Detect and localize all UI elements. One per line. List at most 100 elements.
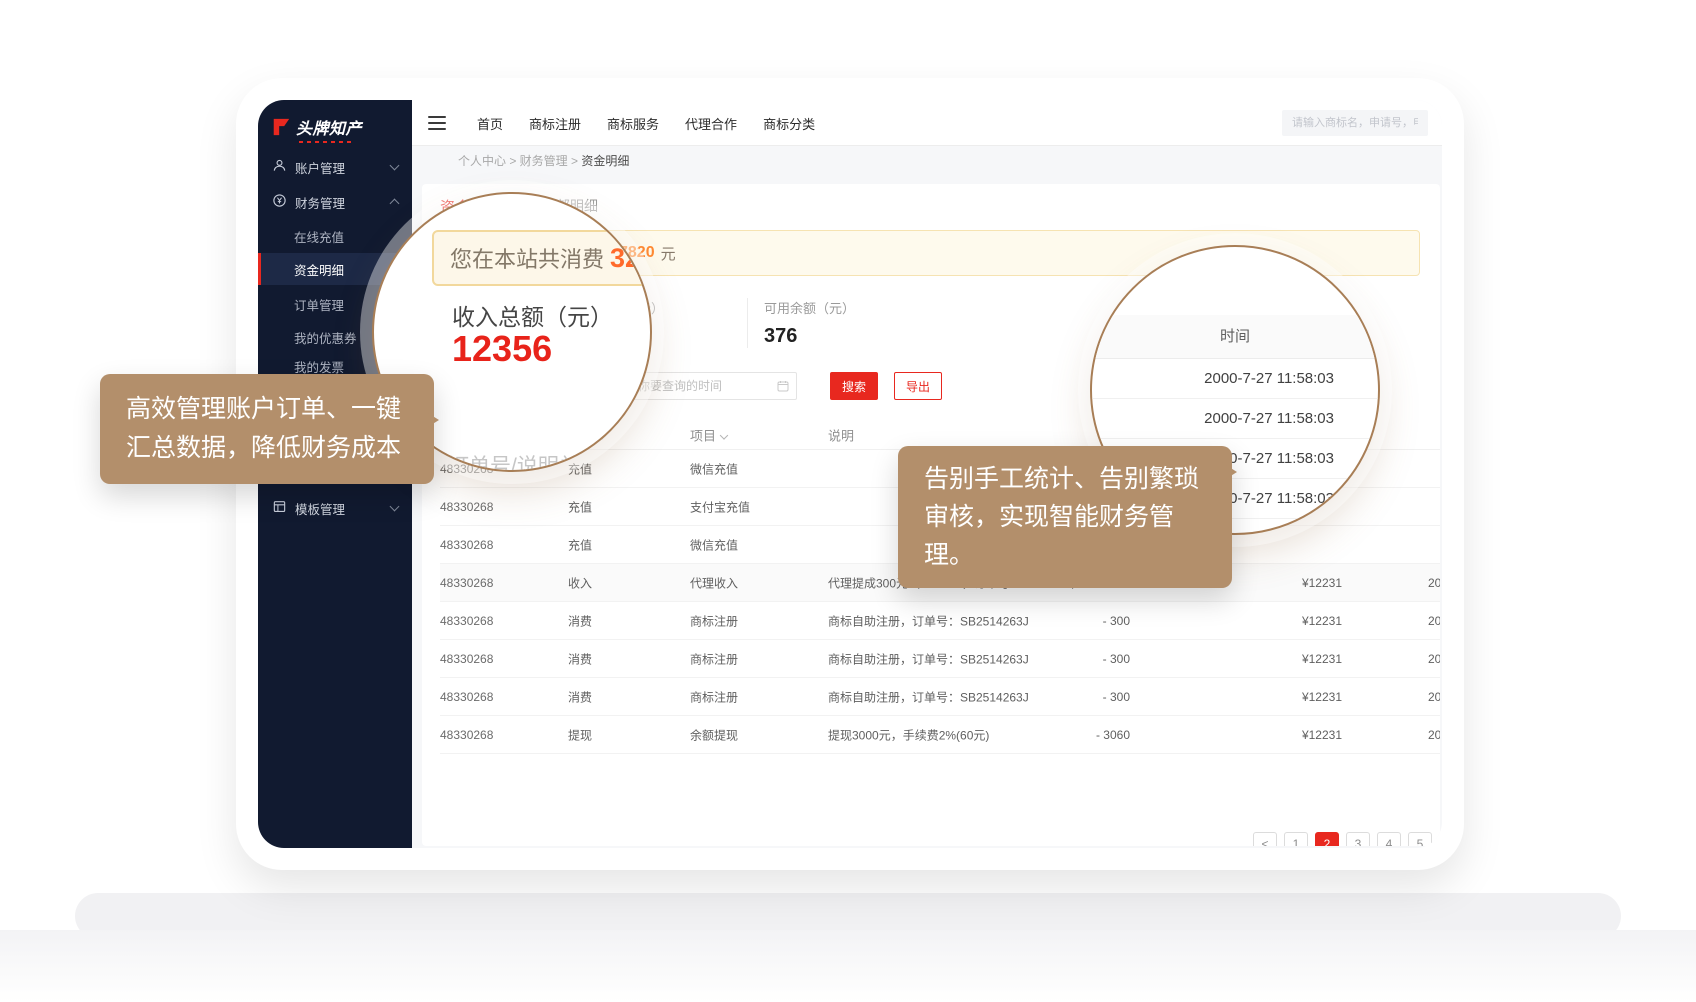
- search-input[interactable]: [1282, 110, 1428, 136]
- header-project[interactable]: 项目: [690, 425, 820, 444]
- brand-logo: 头牌知产: [271, 115, 362, 139]
- stat-balance: 可用余额（元） 376: [747, 298, 947, 348]
- magnified-banner: 您在本站共消费 32124 元: [432, 230, 652, 286]
- page-button-4[interactable]: 4: [1377, 832, 1401, 846]
- sidebar-item-label: 资金明细: [294, 260, 344, 279]
- table-row: 48330268消费商标注册商标自助注册，订单号：SB2514263J- 300…: [440, 640, 1440, 678]
- laptop-base-shadow: [0, 930, 1696, 1002]
- callout-right: 告别手工统计、告别繁琐审核，实现智能财务管理。: [898, 446, 1232, 588]
- banner-suffix: 元: [661, 243, 676, 264]
- amount-cell: - 300: [1040, 614, 1130, 628]
- search-button[interactable]: 搜索: [830, 372, 878, 400]
- chevron-up-icon: [390, 199, 400, 209]
- callout-left: 高效管理账户订单、一键汇总数据，降低财务成本: [100, 374, 434, 484]
- brand-tagline: [299, 141, 355, 143]
- user-icon: [272, 158, 287, 176]
- table-row: 48330268消费商标注册商标自助注册，订单号：SB2514263J- 300…: [440, 602, 1440, 640]
- project-cell: 支付宝充值: [690, 498, 820, 515]
- balance-cell: ¥12231: [1250, 614, 1342, 628]
- magnified-time-header: 时间: [1092, 315, 1378, 359]
- template-icon: [272, 499, 287, 517]
- project-cell: 微信充值: [690, 460, 820, 477]
- amount-cell: - 300: [1040, 652, 1130, 666]
- project-cell: 商标注册: [690, 650, 820, 667]
- type-cell: 充值: [568, 536, 658, 553]
- nav-item-home[interactable]: 首页: [477, 114, 503, 133]
- sidebar-item-label: 账户管理: [295, 158, 345, 177]
- balance-cell: ¥12231: [1250, 728, 1342, 742]
- calendar-icon: [777, 380, 789, 392]
- table-row: 48330268提现余额提现提现3000元，手续费2%(60元)- 3060¥1…: [440, 716, 1440, 754]
- sidebar-item-label: 财务管理: [295, 193, 345, 212]
- magnified-income-value: 12356: [452, 328, 552, 370]
- balance-cell: ¥12231: [1250, 690, 1342, 704]
- type-cell: 消费: [568, 650, 658, 667]
- order-no-cell: 48330268: [440, 652, 550, 666]
- sidebar-item-label: 在线充值: [294, 227, 344, 246]
- sidebar-item-label: 我的发票: [294, 357, 344, 376]
- breadcrumb: 个人中心 > 财务管理 > 资金明细: [412, 146, 1442, 176]
- order-no-cell: 48330268: [440, 614, 550, 628]
- sidebar-item-label: 订单管理: [294, 295, 344, 314]
- balance-cell: ¥12231: [1250, 576, 1342, 590]
- page-button-2[interactable]: 2: [1315, 832, 1339, 846]
- brand-icon: [271, 117, 291, 137]
- amount-cell: - 3060: [1040, 728, 1130, 742]
- project-cell: 商标注册: [690, 688, 820, 705]
- page-button-1[interactable]: 1: [1284, 832, 1308, 846]
- chevron-down-icon: [390, 161, 400, 171]
- time-cell: 2000-7-27 11:58:03: [1428, 652, 1440, 666]
- sidebar-item-label: 我的优惠券: [294, 328, 357, 347]
- type-cell: 充值: [568, 498, 658, 515]
- magnified-time-row: 2000-7-27 11:58:03: [1092, 359, 1378, 399]
- magnified-income-label: 收入总额（元）: [452, 298, 613, 332]
- time-cell: 2000-7-27 11:58:03: [1428, 728, 1440, 742]
- amount-cell: - 300: [1040, 690, 1130, 704]
- breadcrumb-current: 资金明细: [581, 154, 629, 168]
- sidebar-item-finance-management[interactable]: 财务管理: [258, 186, 412, 218]
- stat-balance-label: 可用余额（元）: [764, 298, 947, 317]
- top-navbar: 首页 商标注册 商标服务 代理合作 商标分类: [412, 100, 1442, 146]
- nav-item-agent-cooperation[interactable]: 代理合作: [685, 114, 737, 133]
- hamburger-menu-icon[interactable]: [428, 116, 446, 130]
- project-cell: 商标注册: [690, 612, 820, 629]
- export-button[interactable]: 导出: [894, 372, 942, 400]
- order-no-cell: 48330268: [440, 576, 550, 590]
- magnified-banner-amount: 32124: [610, 243, 652, 274]
- nav-item-trademark-category[interactable]: 商标分类: [763, 114, 815, 133]
- project-cell: 余额提现: [690, 726, 820, 743]
- time-cell: 2000-7-27 11:58:03: [1428, 614, 1440, 628]
- nav-item-trademark-service[interactable]: 商标服务: [607, 114, 659, 133]
- page-button-3[interactable]: 3: [1346, 832, 1370, 846]
- prev-page-button[interactable]: <: [1253, 832, 1277, 846]
- sort-caret-icon: [720, 431, 728, 439]
- page-button-5[interactable]: 5: [1408, 832, 1432, 846]
- type-cell: 提现: [568, 726, 658, 743]
- stat-balance-value: 376: [764, 325, 947, 348]
- sidebar-item-label: 模板管理: [295, 499, 345, 518]
- pagination: < 12345: [1253, 832, 1432, 846]
- magnified-banner-prefix: 您在本站共消费: [450, 242, 604, 274]
- balance-cell: ¥12231: [1250, 652, 1342, 666]
- sidebar-item-account-management[interactable]: 账户管理: [258, 151, 412, 183]
- order-no-cell: 48330268: [440, 690, 550, 704]
- table-row: 48330268消费商标注册商标自助注册，订单号：SB2514263J- 300…: [440, 678, 1440, 716]
- order-no-cell: 48330268: [440, 500, 550, 514]
- magnified-keyword-placeholder: 订单号/说明关键字: [448, 450, 622, 472]
- sidebar-item-online-recharge[interactable]: 在线充值: [258, 220, 412, 252]
- type-cell: 消费: [568, 688, 658, 705]
- time-cell: 2000-7-27 11:58:03: [1428, 576, 1440, 590]
- topnav-menu: 首页 商标注册 商标服务 代理合作 商标分类: [477, 100, 815, 146]
- magnified-time-row: 2000-7-27 11:58:03: [1092, 399, 1378, 439]
- chevron-down-icon: [390, 502, 400, 512]
- type-cell: 消费: [568, 612, 658, 629]
- brand-name: 头牌知产: [296, 115, 362, 139]
- nav-item-trademark-register[interactable]: 商标注册: [529, 114, 581, 133]
- type-cell: 收入: [568, 574, 658, 591]
- finance-icon: [272, 193, 287, 211]
- order-no-cell: 48330268: [440, 728, 550, 742]
- order-no-cell: 48330268: [440, 538, 550, 552]
- breadcrumb-path: 个人中心 > 财务管理 >: [458, 154, 581, 168]
- sidebar-item-template-management[interactable]: 模板管理: [258, 492, 412, 524]
- project-cell: 微信充值: [690, 536, 820, 553]
